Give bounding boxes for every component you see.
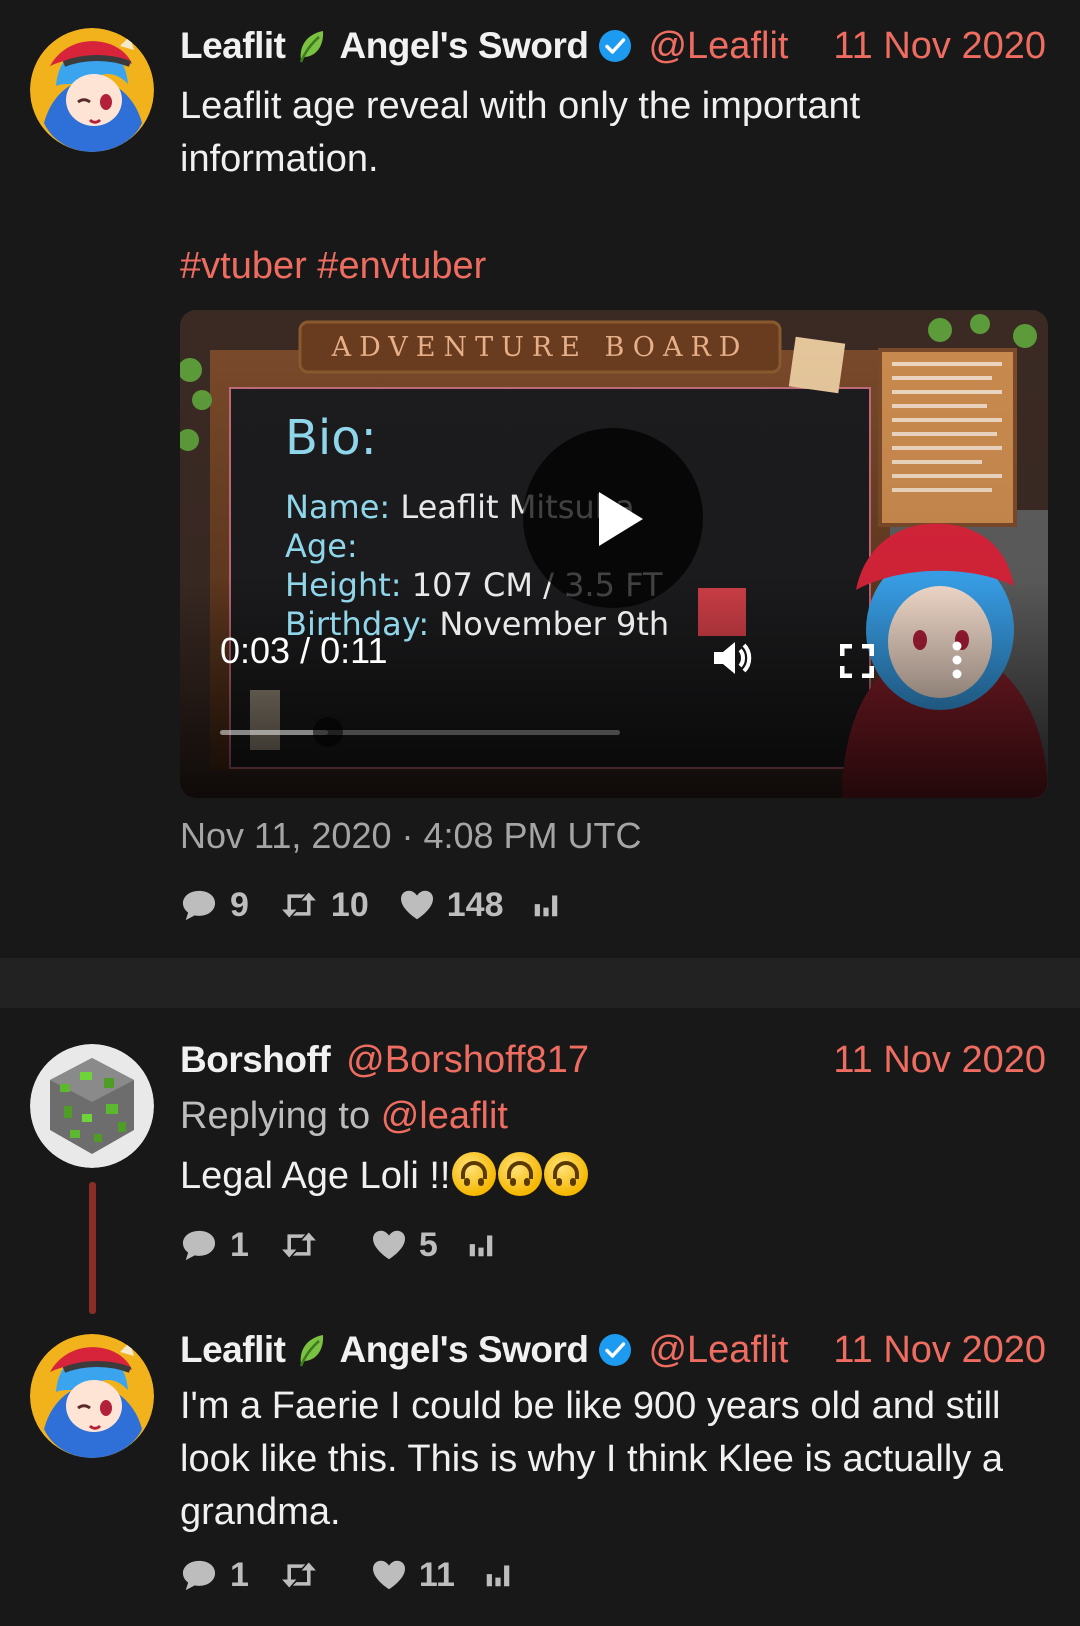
display-name[interactable]: Borshoff xyxy=(180,1039,331,1081)
heart-icon xyxy=(399,889,435,921)
chart-icon xyxy=(533,891,559,919)
replying-to: Replying to @leaflit xyxy=(180,1090,1040,1143)
tweet-video[interactable]: ADVENTURE BOARD xyxy=(180,310,1048,798)
comment-icon xyxy=(180,1228,218,1262)
retweet-button[interactable] xyxy=(279,1559,341,1591)
like-button[interactable]: 5 xyxy=(371,1226,438,1265)
heart-icon xyxy=(371,1559,407,1591)
leaf-icon xyxy=(297,1332,327,1368)
display-name-suffix[interactable]: Angel's Sword xyxy=(339,1329,589,1371)
poster-bio-label: Height: xyxy=(285,566,412,604)
verified-badge-icon xyxy=(598,29,632,63)
poster-bio-label: Age: xyxy=(285,527,358,565)
like-button[interactable]: 148 xyxy=(399,885,504,925)
analytics-button[interactable] xyxy=(533,891,571,919)
tweet-header: Leaflit Angel's Sword @Leaflit 11 Nov 20… xyxy=(180,1324,1046,1376)
display-name[interactable]: Leaflit xyxy=(180,25,286,67)
upside-down-face-icon xyxy=(452,1152,497,1196)
play-button[interactable] xyxy=(523,428,703,608)
tweet-date[interactable]: 11 Nov 2020 xyxy=(833,1329,1046,1372)
replying-prefix: Replying to xyxy=(180,1095,371,1137)
thread-connector-line xyxy=(89,1182,96,1314)
reply-count: 1 xyxy=(230,1225,249,1264)
tweet-text: I'm a Faerie I could be like 900 years o… xyxy=(180,1385,1003,1533)
author-handle[interactable]: @Leaflit xyxy=(648,1329,788,1372)
reply-count: 9 xyxy=(230,885,249,924)
play-icon xyxy=(599,492,643,546)
analytics-button[interactable] xyxy=(485,1561,523,1589)
reply-button[interactable]: 1 xyxy=(180,1556,249,1595)
comment-icon xyxy=(180,888,218,922)
upside-down-face-icon xyxy=(498,1152,543,1196)
retweet-button[interactable] xyxy=(279,1229,341,1261)
like-button[interactable]: 11 xyxy=(371,1556,455,1595)
avatar-icon xyxy=(30,1044,154,1168)
video-time: 0:03 / 0:11 xyxy=(220,630,388,671)
retweet-icon xyxy=(279,1229,319,1261)
reply-count: 1 xyxy=(230,1555,249,1594)
video-scrubber-handle[interactable] xyxy=(313,717,343,747)
author-handle[interactable]: @Leaflit xyxy=(648,25,788,68)
tweet-date[interactable]: 11 Nov 2020 xyxy=(833,1039,1046,1082)
chart-icon xyxy=(485,1561,511,1589)
analytics-button[interactable] xyxy=(468,1231,506,1259)
replying-mention[interactable]: @leaflit xyxy=(381,1095,508,1137)
tweet-text: Legal Age Loli !! xyxy=(180,1155,451,1197)
tweet-date[interactable]: 11 Nov 2020 xyxy=(833,25,1046,68)
retweet-icon xyxy=(279,1559,319,1591)
section-divider xyxy=(0,958,1080,1008)
main-tweet[interactable]: Leaflit Angel's Sword @Leaflit 11 Nov 20… xyxy=(0,0,1080,958)
comment-icon xyxy=(180,1558,218,1592)
like-count: 148 xyxy=(446,885,504,924)
tweet-text: Leaflit age reveal with only the importa… xyxy=(180,85,861,180)
avatar-icon xyxy=(30,28,154,152)
tweet-text-line: Legal Age Loli !! xyxy=(180,1150,1040,1203)
avatar-leaflit[interactable] xyxy=(30,28,154,152)
retweet-icon xyxy=(279,889,319,921)
display-name[interactable]: Leaflit xyxy=(180,1329,286,1371)
like-count: 11 xyxy=(418,1555,455,1594)
tweet-hashtags[interactable]: #vtuber #envtuber xyxy=(180,240,1040,293)
tweet-stats: 1 5 xyxy=(180,1220,536,1270)
avatar-icon xyxy=(30,1334,154,1458)
video-progress-bar[interactable] xyxy=(220,717,620,747)
chart-icon xyxy=(468,1231,494,1259)
tweet-stats: 1 11 xyxy=(180,1550,553,1600)
fullscreen-icon[interactable] xyxy=(840,644,874,678)
reply-button[interactable]: 9 xyxy=(180,886,249,925)
retweet-count: 10 xyxy=(330,885,369,924)
poster-bio-label: Name: xyxy=(285,488,401,526)
reply-button[interactable]: 1 xyxy=(180,1226,249,1265)
leaf-icon xyxy=(297,28,327,64)
volume-icon[interactable] xyxy=(710,636,754,680)
video-progress-fill xyxy=(220,730,328,735)
tweet-stats: 9 10 148 xyxy=(180,880,601,930)
author-handle[interactable]: @Borshoff817 xyxy=(346,1039,589,1082)
upside-down-face-icon xyxy=(544,1152,589,1196)
avatar-borshoff[interactable] xyxy=(30,1044,154,1168)
display-name-suffix[interactable]: Angel's Sword xyxy=(339,25,589,67)
more-vertical-icon[interactable] xyxy=(950,640,964,680)
avatar-leaflit[interactable] xyxy=(30,1334,154,1458)
like-count: 5 xyxy=(418,1225,438,1264)
heart-icon xyxy=(371,1229,407,1261)
tweet-timestamp[interactable]: Nov 11, 2020 · 4:08 PM UTC xyxy=(180,815,642,857)
tweet-header: Leaflit Angel's Sword @Leaflit 11 Nov 20… xyxy=(180,20,1046,72)
tweet-header: Borshoff @Borshoff817 11 Nov 2020 xyxy=(180,1034,1046,1086)
retweet-button[interactable]: 10 xyxy=(279,886,369,925)
verified-badge-icon xyxy=(598,1333,632,1367)
poster-bio-value: November 9th xyxy=(439,605,670,643)
